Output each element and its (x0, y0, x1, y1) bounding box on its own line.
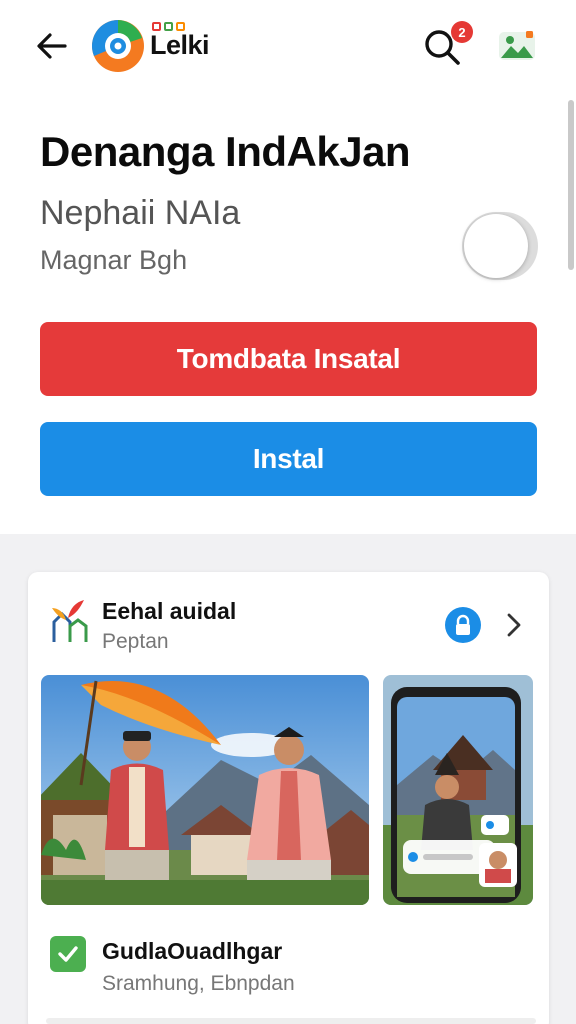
page-subtitle: Nephaii NAIa (40, 194, 241, 232)
item-checkbox[interactable] (50, 936, 86, 972)
toggle-knob (464, 214, 528, 278)
content-card: Eehal auidal Peptan GudlaOuadlhgar Sramh… (28, 572, 549, 1024)
card-subtitle: Peptan (102, 630, 169, 653)
back-button[interactable] (32, 26, 72, 66)
lock-button[interactable] (445, 607, 481, 643)
toggle-switch[interactable] (462, 212, 538, 280)
cultural-house-icon (52, 600, 88, 642)
primary-install-button[interactable]: Tomdbata Insatal (40, 322, 537, 396)
traditional-dress-photo[interactable] (41, 675, 369, 905)
scrollbar[interactable] (568, 100, 574, 270)
divider (46, 1018, 536, 1024)
top-app-bar: Lelki 2 (0, 0, 576, 92)
page-title: Denanga IndAkJan (40, 128, 411, 175)
page-secondary-text: Magnar Bgh (40, 245, 188, 275)
notification-badge: 2 (451, 21, 473, 43)
brand-name: Lelki (150, 30, 210, 60)
lock-icon (456, 614, 470, 635)
gallery-button[interactable] (496, 26, 538, 66)
chevron-right-icon (507, 613, 521, 637)
install-button[interactable]: Instal (40, 422, 537, 496)
arrow-left-icon (37, 33, 67, 59)
card-title: Eehal auidal (102, 598, 237, 624)
item-title: GudlaOuadlhgar (102, 938, 283, 964)
checkmark-icon (58, 946, 78, 962)
gallery-icon (499, 31, 535, 60)
item-subtitle: Sramhung, Ebnpdan (102, 972, 295, 995)
card-expand-button[interactable] (502, 610, 526, 640)
colorful-circle-logo-icon (91, 20, 144, 72)
phone-app-preview-photo[interactable] (383, 675, 533, 905)
